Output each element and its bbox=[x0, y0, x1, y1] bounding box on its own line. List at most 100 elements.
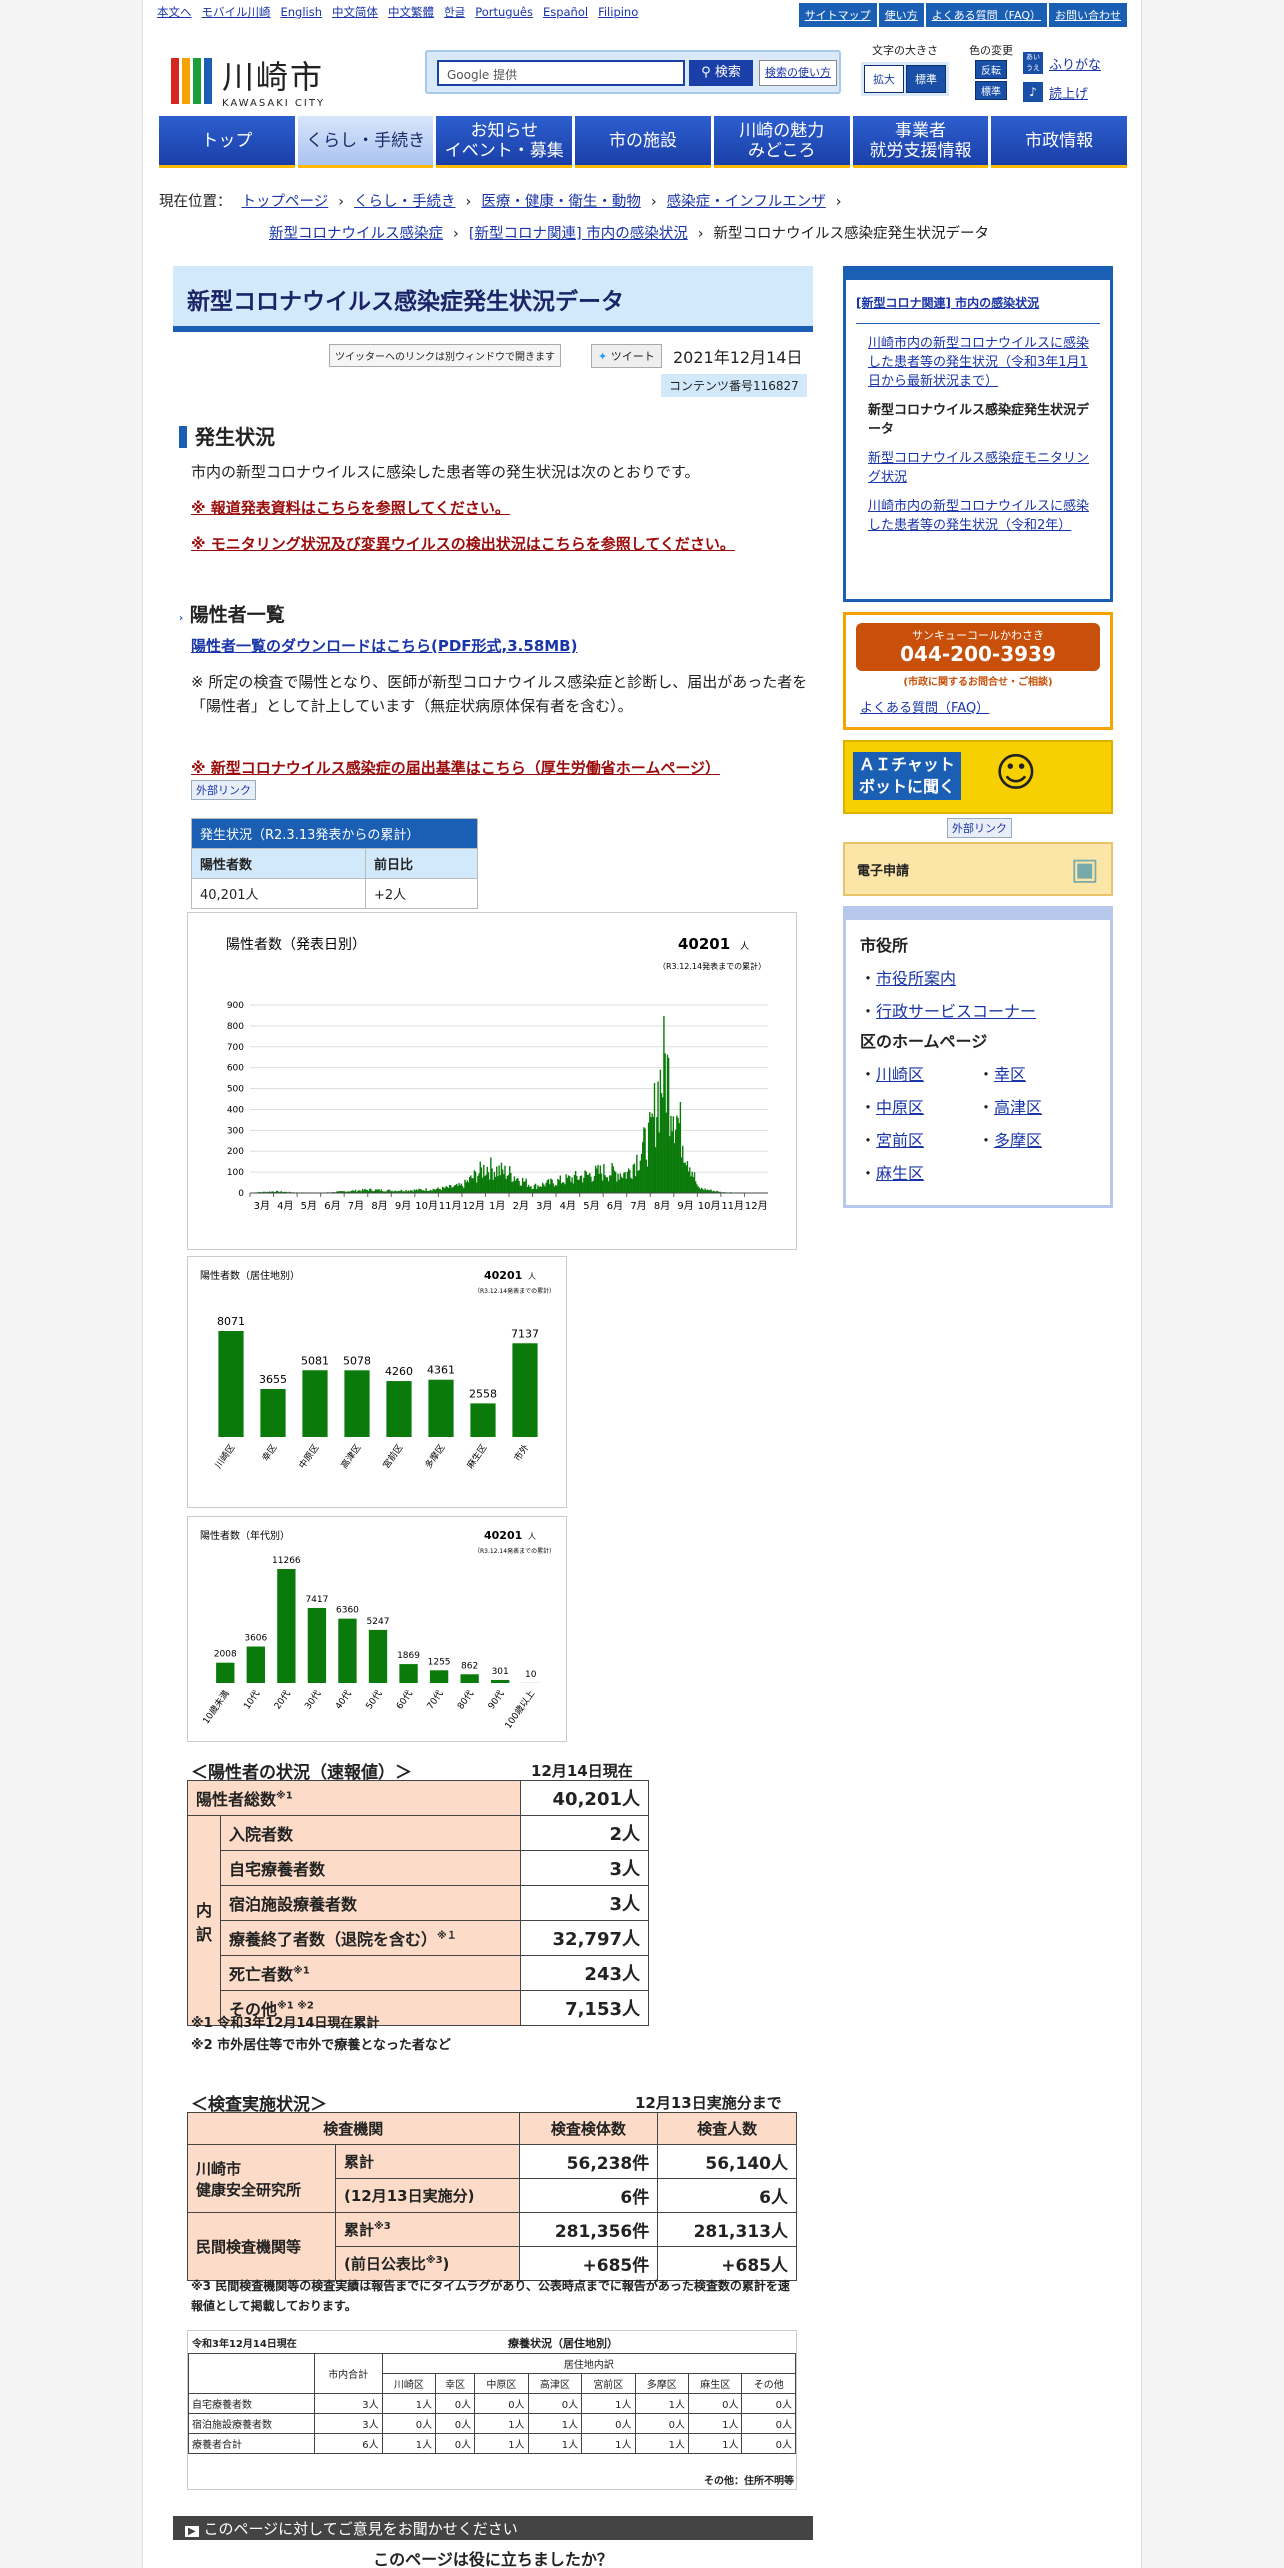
util-link-1[interactable]: 使い方 bbox=[878, 3, 924, 27]
lang-link-6[interactable]: Português bbox=[475, 5, 533, 19]
x-tick-label: 11月 bbox=[721, 1200, 744, 1212]
chatbot-external-badge[interactable]: 外部リンク bbox=[947, 818, 1012, 838]
status-total-text: 陽性者総数 bbox=[196, 1790, 277, 1809]
nav-item-5[interactable]: 事業者 就労支援情報 bbox=[852, 116, 989, 168]
press-release-link[interactable]: ※ 報道発表資料はこちらを参照してください。 bbox=[191, 496, 811, 520]
bullet-icon: ・ bbox=[978, 1065, 995, 1084]
status-row-mark: ※1 bbox=[293, 1965, 310, 1977]
pdf-download-link[interactable]: 陽性者一覧のダウンロードはこちら(PDF形式,3.58MB) bbox=[191, 634, 811, 658]
search-input[interactable]: Google 提供 bbox=[437, 60, 685, 86]
ry-cell: 0人 bbox=[381, 2413, 437, 2434]
nav-item-6[interactable]: 市政情報 bbox=[991, 116, 1128, 168]
read-aloud-link[interactable]: 読上げ bbox=[1049, 83, 1088, 102]
color-invert-button[interactable]: 反転 bbox=[975, 60, 1007, 79]
breadcrumb-item-1[interactable]: くらし・手続き bbox=[354, 194, 456, 210]
status-row-value: 32,797人 bbox=[519, 1920, 650, 1956]
ai-chatbot-banner[interactable]: ＡＩチャット ボットに聞く ☺ bbox=[843, 740, 1113, 814]
y-tick-label: 700 bbox=[227, 1043, 244, 1053]
page-title: 新型コロナウイルス感染症発生状況データ bbox=[173, 266, 813, 332]
breadcrumb-item-5[interactable]: [新型コロナ関連] 市内の感染状況 bbox=[469, 226, 688, 242]
city-logo[interactable]: 川崎市 KAWASAKI CITY bbox=[171, 52, 325, 109]
lang-link-2[interactable]: English bbox=[281, 5, 323, 19]
exam-row-label: 累計 bbox=[335, 2144, 520, 2179]
chart-title: 陽性者数（年代別） bbox=[200, 1529, 290, 1542]
lang-link-4[interactable]: 中文繁體 bbox=[388, 4, 434, 20]
status-row-value: 3人 bbox=[519, 1885, 650, 1921]
nav-item-4[interactable]: 川崎の魅力 みどころ bbox=[713, 116, 850, 168]
external-link-badge[interactable]: 外部リンク bbox=[191, 780, 256, 800]
font-enlarge-button[interactable]: 拡大 bbox=[864, 65, 904, 93]
nav-item-2[interactable]: お知らせ イベント・募集 bbox=[436, 116, 573, 168]
x-tick-label: 12月 bbox=[745, 1200, 768, 1212]
city-link-label-0[interactable]: 市役所案内 bbox=[876, 969, 956, 988]
breadcrumb-item-4[interactable]: 新型コロナウイルス感染症 bbox=[269, 226, 443, 242]
e-application-banner[interactable]: 電子申請 ▣ bbox=[843, 842, 1113, 896]
furigana-link[interactable]: ふりがな bbox=[1049, 54, 1101, 73]
chart-note: （R3.12.14発表までの累計） bbox=[658, 961, 766, 971]
breadcrumb-current: 新型コロナウイルス感染症発生状況データ bbox=[713, 226, 990, 242]
ward-link-3: ・高津区 bbox=[978, 1091, 1096, 1124]
data-label: 1869 bbox=[397, 1651, 420, 1661]
chart-total: 40201 bbox=[484, 1529, 522, 1542]
status-total-value: 40,201人 bbox=[519, 1780, 650, 1816]
breadcrumb-item-3[interactable]: 感染症・インフルエンザ bbox=[667, 194, 826, 210]
related-links-head[interactable]: [新型コロナ関連] 市内の感染状況 bbox=[856, 294, 1100, 324]
lang-link-7[interactable]: Español bbox=[543, 5, 588, 19]
ward-link-label-2[interactable]: 中原区 bbox=[876, 1098, 924, 1117]
ward-link-label-6[interactable]: 麻生区 bbox=[876, 1164, 924, 1183]
nav-item-1[interactable]: くらし・手続き bbox=[297, 116, 434, 168]
nav-item-0[interactable]: トップ bbox=[159, 116, 295, 168]
ry-cell: 0人 bbox=[741, 2393, 796, 2414]
lang-link-5[interactable]: 한글 bbox=[444, 4, 465, 20]
related-link-2[interactable]: 新型コロナウイルス感染症モニタリング状況 bbox=[868, 449, 1100, 487]
data-label: 1255 bbox=[428, 1657, 451, 1667]
ward-link-label-0[interactable]: 川崎区 bbox=[876, 1065, 924, 1084]
x-tick-label: 5月 bbox=[583, 1200, 599, 1212]
cell-diff: +2人 bbox=[365, 878, 478, 909]
chart-total: 40201 bbox=[678, 935, 730, 953]
search-button[interactable]: ⚲ 検索 bbox=[689, 60, 753, 86]
city-link-label-1[interactable]: 行政サービスコーナー bbox=[876, 1002, 1036, 1021]
cell-positive: 40,201人 bbox=[191, 878, 366, 909]
exam-row: 川崎市 健康安全研究所 累計 56,238件 56,140人 bbox=[187, 2144, 797, 2213]
ward-link-label-3[interactable]: 高津区 bbox=[994, 1098, 1042, 1117]
ward-link-label-4[interactable]: 宮前区 bbox=[876, 1131, 924, 1150]
tweet-button[interactable]: ✦ ツイート bbox=[591, 344, 662, 368]
recuperation-table-box: 令和3年12月14日現在 療養状況（居住地別） 市内合計 居住地内訳 川崎区 幸区 中原… bbox=[187, 2330, 797, 2490]
util-link-2[interactable]: よくある質問（FAQ） bbox=[925, 3, 1047, 27]
util-link-0[interactable]: サイトマップ bbox=[798, 3, 877, 27]
x-tick-label: 6月 bbox=[607, 1200, 623, 1212]
related-link-0[interactable]: 川崎市内の新型コロナウイルスに感染した患者等の発生状況（令和3年1月1日から最新… bbox=[868, 334, 1100, 391]
criteria-link[interactable]: ※ 新型コロナウイルス感染症の届出基準はこちら（厚生労働省ホームページ） bbox=[191, 756, 811, 780]
lang-link-8[interactable]: Filipino bbox=[598, 5, 638, 19]
data-label: 4361 bbox=[427, 1364, 455, 1377]
lang-link-3[interactable]: 中文简体 bbox=[332, 4, 378, 20]
exam-specimens: 56,238件 bbox=[518, 2144, 659, 2179]
nav-item-3[interactable]: 市の施設 bbox=[575, 116, 711, 168]
cumulative-table: 発生状況（R2.3.13発表からの累計） 陽性者数 前日比 40,201人 +2人 bbox=[191, 818, 478, 909]
font-standard-button[interactable]: 標準 bbox=[906, 65, 946, 93]
search-help-link[interactable]: 検索の使い方 bbox=[759, 60, 837, 86]
color-standard-button[interactable]: 標準 bbox=[975, 81, 1007, 100]
ward-link-label-1[interactable]: 幸区 bbox=[994, 1065, 1026, 1084]
site-search: Google 提供 ⚲ 検索 検索の使い方 bbox=[425, 50, 841, 94]
lang-link-1[interactable]: モバイル川崎 bbox=[202, 4, 271, 20]
ward-link-label-5[interactable]: 多摩区 bbox=[994, 1131, 1042, 1150]
x-tick-label: 7月 bbox=[348, 1200, 364, 1212]
bullet-icon: ・ bbox=[860, 1131, 877, 1150]
faq-link[interactable]: よくある質問（FAQ） bbox=[860, 697, 989, 716]
call-center-banner[interactable]: サンキューコールかわさき 044-200-3939 bbox=[856, 623, 1100, 671]
chart-note: （R3.12.14発表までの累計） bbox=[474, 1547, 555, 1555]
x-tick-label: 60代 bbox=[394, 1688, 415, 1711]
x-tick-label: 30代 bbox=[303, 1688, 324, 1711]
x-tick-label: 3月 bbox=[536, 1200, 552, 1212]
breadcrumb-item-2[interactable]: 医療・健康・衛生・動物 bbox=[481, 194, 641, 210]
util-link-3[interactable]: お問い合わせ bbox=[1049, 3, 1127, 27]
monitoring-link[interactable]: ※ モニタリング状況及び変異ウイルスの検出状況はこちらを参照してください。 bbox=[191, 532, 811, 556]
lang-link-0[interactable]: 本文へ bbox=[157, 4, 192, 20]
chevron-right-icon: › bbox=[338, 194, 345, 210]
related-link-3[interactable]: 川崎市内の新型コロナウイルスに感染した患者等の発生状況（令和2年） bbox=[868, 497, 1100, 535]
breadcrumb-item-0[interactable]: トップページ bbox=[242, 194, 329, 210]
status-note2: ※2 市外居住等で市外で療養となった者など bbox=[191, 2038, 451, 2053]
ward-link-5: ・多摩区 bbox=[978, 1124, 1096, 1157]
